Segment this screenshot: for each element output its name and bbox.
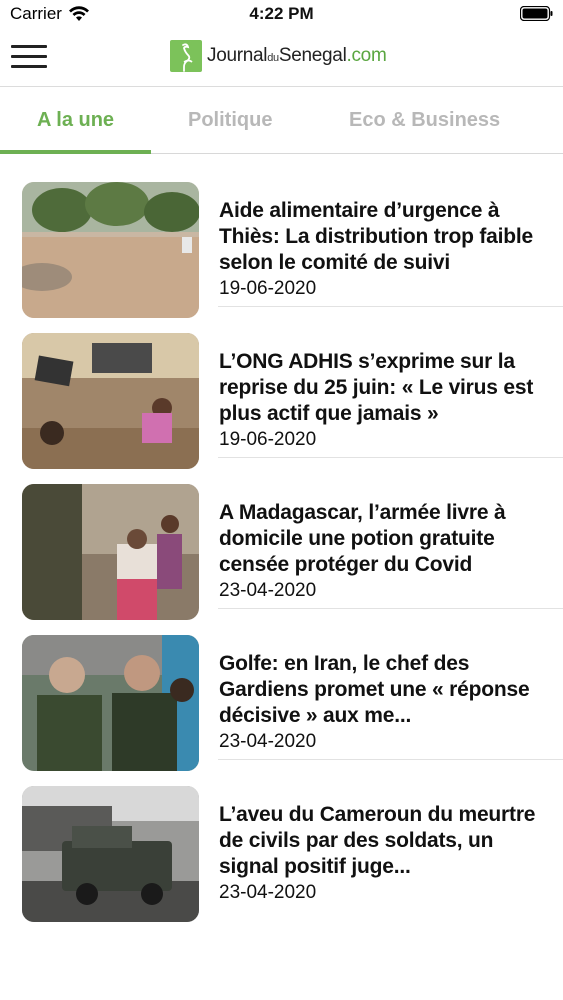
logo-du: du [267,52,279,64]
site-logo: JournalduSenegal.com [170,40,387,72]
article-item[interactable]: A Madagascar, l’armée livre à domicile u… [0,457,563,620]
top-nav-bar: JournalduSenegal.com [0,30,563,87]
tab-politique[interactable]: Politique [188,109,272,132]
article-thumbnail [22,333,199,469]
logo-senegal: Senegal [278,45,347,66]
article-date: 19-06-2020 [219,429,317,450]
menu-icon[interactable] [11,43,47,71]
article-title: A Madagascar, l’armée livre à domicile u… [219,501,506,576]
category-tabs: A la une Politique Eco & Business [0,87,563,154]
article-title: L’ONG ADHIS s’exprime sur la reprise du … [219,350,534,425]
tab-eco-business[interactable]: Eco & Business [349,109,500,132]
clock: 4:22 PM [249,4,314,23]
battery-icon [520,6,553,21]
status-bar: Carrier 4:22 PM [0,0,563,30]
article-thumbnail [22,635,199,771]
article-title: L’aveu du Cameroun du meurtre de civils … [219,803,536,878]
logo-wordmark: JournalduSenegal.com [207,45,387,67]
article-item[interactable]: Golfe: en Iran, le chef des Gardiens pro… [0,608,563,771]
article-title: Golfe: en Iran, le chef des Gardiens pro… [219,652,530,727]
article-text: L’aveu du Cameroun du meurtre de civils … [219,802,554,906]
article-title: Aide alimentaire d’urgence à Thiès: La d… [219,199,534,274]
article-text: Aide alimentaire d’urgence à Thiès: La d… [219,198,554,302]
article-thumbnail [22,484,199,620]
logo-domain: .com [346,45,387,66]
article-date: 23-04-2020 [219,731,317,752]
article-item[interactable]: L’ONG ADHIS s’exprime sur la reprise du … [0,306,563,469]
article-text: L’ONG ADHIS s’exprime sur la reprise du … [219,349,554,453]
tab-a-la-une[interactable]: A la une [37,109,114,132]
flamingo-logo-icon [170,40,202,72]
article-item[interactable]: L’aveu du Cameroun du meurtre de civils … [0,759,563,922]
article-date: 19-06-2020 [219,278,317,299]
article-text: Golfe: en Iran, le chef des Gardiens pro… [219,651,554,755]
article-date: 23-04-2020 [219,580,317,601]
article-thumbnail [22,786,199,922]
active-tab-indicator [0,150,151,154]
logo-journal: Journal [207,45,268,66]
article-thumbnail [22,182,199,318]
article-date: 23-04-2020 [219,882,317,903]
article-item[interactable]: Aide alimentaire d’urgence à Thiès: La d… [0,155,563,318]
article-text: A Madagascar, l’armée livre à domicile u… [219,500,554,604]
